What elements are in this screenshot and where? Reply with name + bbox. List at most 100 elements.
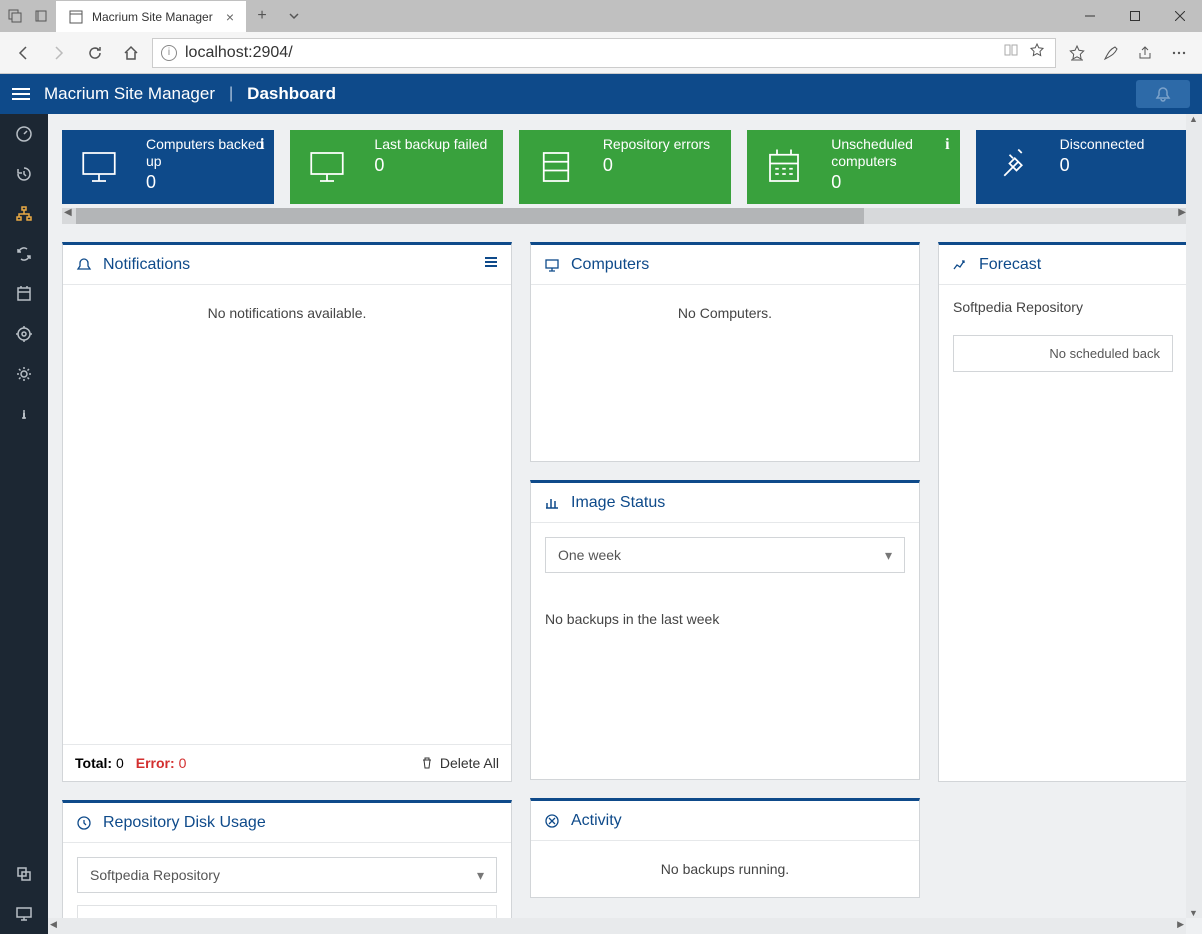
forecast-empty: No scheduled back (953, 335, 1173, 372)
tile-value: 0 (374, 155, 492, 176)
forward-button[interactable] (44, 38, 74, 68)
tile-label: Computers backed up (146, 136, 264, 170)
breadcrumb-separator: | (229, 85, 233, 103)
tab-overflow-icon[interactable] (278, 0, 310, 32)
tile-disconnected[interactable]: Disconnected 0 (976, 130, 1188, 204)
rail-history-icon[interactable] (0, 154, 48, 194)
menu-toggle-button[interactable] (12, 88, 30, 100)
tile-label: Disconnected (1060, 136, 1178, 153)
rail-restore-icon[interactable] (0, 314, 48, 354)
bar-chart-icon (543, 495, 561, 511)
tile-repository-errors[interactable]: Repository errors 0 (519, 130, 731, 204)
monitor-icon (62, 130, 136, 204)
site-info-icon[interactable]: i (161, 45, 177, 61)
total-label: Total: 0 (75, 755, 124, 771)
content-area: Computers backed up0i Last backup failed… (48, 114, 1202, 934)
forecast-icon (951, 257, 969, 273)
stat-tiles-row: Computers backed up0i Last backup failed… (48, 114, 1202, 208)
tile-value: 0 (1060, 155, 1178, 176)
rail-monitor-icon[interactable] (0, 894, 48, 934)
calendar-icon (747, 130, 821, 204)
server-icon (519, 130, 593, 204)
tab-favicon-icon (68, 9, 84, 25)
notes-icon[interactable] (1096, 38, 1126, 68)
back-button[interactable] (8, 38, 38, 68)
plug-icon (976, 130, 1050, 204)
computers-empty: No Computers. (531, 285, 919, 341)
app-title: Macrium Site Manager (44, 84, 215, 104)
app-header: Macrium Site Manager | Dashboard (0, 74, 1202, 114)
tile-label: Last backup failed (374, 136, 492, 153)
image-status-empty: No backups in the last week (545, 581, 905, 657)
panel-repository-disk-usage: Repository Disk Usage Softpedia Reposito… (62, 800, 512, 934)
tile-value: 0 (146, 172, 264, 193)
horizontal-scrollbar[interactable] (48, 918, 1186, 934)
browser-tab[interactable]: Macrium Site Manager × (56, 0, 246, 32)
activity-icon (543, 813, 561, 829)
new-tab-button[interactable]: + (246, 0, 278, 32)
notifications-button[interactable] (1136, 80, 1190, 108)
tabs-aside-icon[interactable] (4, 5, 26, 27)
panel-menu-icon[interactable] (483, 254, 499, 275)
url-text: localhost:2904/ (185, 44, 293, 62)
reading-view-icon[interactable] (1003, 42, 1021, 63)
refresh-button[interactable] (80, 38, 110, 68)
time-range-dropdown[interactable]: One week (545, 537, 905, 573)
tile-value: 0 (603, 155, 721, 176)
share-icon[interactable] (1130, 38, 1160, 68)
tile-label: Unscheduled computers (831, 136, 949, 170)
vertical-scrollbar[interactable] (1186, 114, 1202, 918)
error-label: Error: 0 (136, 755, 187, 771)
monitor-icon (543, 257, 561, 273)
rail-dashboard-icon[interactable] (0, 114, 48, 154)
rail-copy-icon[interactable] (0, 854, 48, 894)
window-close-button[interactable] (1157, 0, 1202, 32)
side-rail (0, 114, 48, 934)
forecast-repo: Softpedia Repository (953, 299, 1173, 315)
panel-title: Activity (571, 812, 907, 830)
panel-title: Forecast (979, 256, 1175, 274)
rail-network-icon[interactable] (0, 194, 48, 234)
notifications-empty: No notifications available. (63, 285, 511, 744)
tile-unscheduled-computers[interactable]: Unscheduled computers0 i (747, 130, 959, 204)
rail-info-icon[interactable] (0, 394, 48, 434)
tiles-scrollbar[interactable] (62, 208, 1188, 224)
page-title: Dashboard (247, 84, 336, 104)
home-button[interactable] (116, 38, 146, 68)
tile-computers-backed-up[interactable]: Computers backed up0 i (62, 130, 274, 204)
panel-title: Notifications (103, 256, 473, 274)
delete-all-button[interactable]: Delete All (420, 755, 499, 771)
tab-title: Macrium Site Manager (92, 10, 218, 24)
panel-image-status: Image Status One week No backups in the … (530, 480, 920, 780)
panel-title: Image Status (571, 494, 907, 512)
tile-label: Repository errors (603, 136, 721, 153)
address-bar[interactable]: i localhost:2904/ (152, 38, 1056, 68)
rail-sync-icon[interactable] (0, 234, 48, 274)
rail-settings-icon[interactable] (0, 354, 48, 394)
panel-notifications: Notifications No notifications available… (62, 242, 512, 782)
window-titlebar: Macrium Site Manager × + (0, 0, 1202, 32)
panel-title: Repository Disk Usage (103, 814, 499, 832)
panel-title: Computers (571, 256, 907, 274)
panel-computers: Computers No Computers. (530, 242, 920, 462)
tab-close-icon[interactable]: × (226, 9, 234, 25)
activity-empty: No backups running. (531, 841, 919, 897)
window-minimize-button[interactable] (1067, 0, 1112, 32)
bell-icon (75, 257, 93, 273)
window-maximize-button[interactable] (1112, 0, 1157, 32)
rail-schedule-icon[interactable] (0, 274, 48, 314)
tile-value: 0 (831, 172, 949, 193)
monitor-icon (290, 130, 364, 204)
repository-dropdown[interactable]: Softpedia Repository (77, 857, 497, 893)
favorites-bar-icon[interactable] (1062, 38, 1092, 68)
info-icon[interactable]: i (945, 136, 949, 154)
info-icon[interactable]: i (260, 136, 264, 154)
tile-last-backup-failed[interactable]: Last backup failed 0 (290, 130, 502, 204)
tabs-list-icon[interactable] (30, 5, 52, 27)
panel-activity: Activity No backups running. (530, 798, 920, 898)
browser-toolbar: i localhost:2904/ (0, 32, 1202, 74)
more-icon[interactable] (1164, 38, 1194, 68)
panel-forecast: Forecast Softpedia Repository No schedul… (938, 242, 1188, 782)
clock-icon (75, 815, 93, 831)
favorite-icon[interactable] (1029, 42, 1047, 63)
